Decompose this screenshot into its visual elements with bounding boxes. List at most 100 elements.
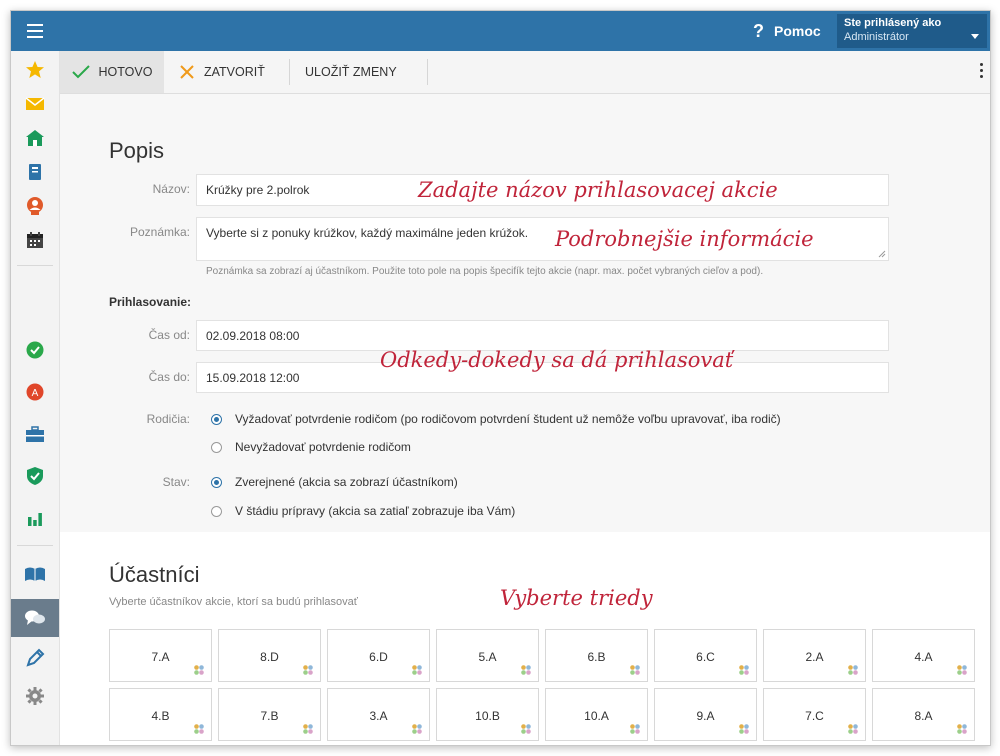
note-hint: Poznámka sa zobrazí aj účastníkom. Použi… [206, 266, 764, 277]
parents-label: Rodičia: [146, 412, 190, 426]
note-label: Poznámka: [129, 225, 190, 239]
sidebar-divider [17, 265, 53, 266]
notebook-icon [29, 164, 41, 180]
group-icon [193, 664, 205, 676]
star-icon [26, 61, 44, 78]
parents-option-label: Vyžadovať potvrdenie rodičom (po rodičov… [235, 412, 781, 426]
sidebar-item-briefcase[interactable] [11, 417, 59, 451]
sidebar-item-favorites[interactable] [11, 53, 59, 87]
user-menu[interactable]: Ste prihlásený ako Administrátor [837, 14, 987, 48]
close-icon [180, 65, 194, 79]
time-to-label: Čas do: [148, 370, 190, 384]
class-tile-label: 3.A [369, 709, 388, 723]
class-tile[interactable]: 4.B [109, 688, 212, 741]
group-icon [411, 723, 423, 735]
done-button[interactable]: HOTOVO [60, 51, 164, 93]
question-icon: ? [753, 20, 764, 41]
sidebar-item-edit[interactable] [11, 641, 59, 675]
resize-handle-icon[interactable] [878, 250, 886, 258]
menu-icon[interactable] [11, 11, 59, 51]
class-tile[interactable]: 7.A [109, 629, 212, 682]
group-icon [193, 723, 205, 735]
note-text: Vyberte si z ponuky krúžkov, každý maxim… [206, 226, 529, 240]
annotation-note: Podrobnejšie informácie [555, 227, 814, 251]
home-icon [26, 130, 44, 146]
class-tile[interactable]: 9.A [654, 688, 757, 741]
registration-heading: Prihlasovanie: [109, 295, 192, 309]
close-button[interactable]: ZATVORIŤ [180, 51, 265, 93]
sidebar-item-chat[interactable] [11, 599, 59, 637]
class-tile[interactable]: 3.A [327, 688, 430, 741]
parents-option-label: Nevyžadovať potvrdenie rodičom [235, 440, 411, 454]
open-book-icon [25, 567, 45, 581]
status-label: Stav: [162, 475, 190, 489]
class-tile[interactable]: 10.A [545, 688, 648, 741]
check-icon [71, 65, 90, 79]
class-tile[interactable]: 7.C [763, 688, 866, 741]
group-icon [520, 723, 532, 735]
group-icon [738, 723, 750, 735]
class-tile[interactable]: 6.D [327, 629, 430, 682]
description-section: Popis Názov: Krúžky pre 2.polrok Poznámk… [60, 94, 990, 532]
briefcase-icon [26, 426, 44, 442]
class-tile[interactable]: 7.B [218, 688, 321, 741]
sidebar-item-grades[interactable]: A [11, 375, 59, 409]
radio-selected-icon[interactable] [211, 413, 222, 425]
done-label: HOTOVO [98, 65, 153, 79]
sidebar-item-attendance[interactable] [11, 333, 59, 367]
help-link[interactable]: ? Pomoc [753, 11, 821, 51]
caret-down-icon [971, 34, 979, 39]
group-icon [629, 664, 641, 676]
main-content: Popis Názov: Krúžky pre 2.polrok Poznámk… [60, 94, 990, 745]
sidebar: A [11, 51, 60, 745]
sidebar-item-notebook[interactable] [11, 155, 59, 189]
class-tile[interactable]: 2.A [763, 629, 866, 682]
group-icon [847, 723, 859, 735]
class-tile-label: 4.B [151, 709, 170, 723]
group-icon [738, 664, 750, 676]
group-icon [411, 664, 423, 676]
class-tile[interactable]: 6.C [654, 629, 757, 682]
status-option-label: V štádiu prípravy (akcia sa zatiaľ zobra… [235, 504, 516, 518]
sidebar-item-library[interactable] [11, 557, 59, 591]
radio-icon[interactable] [211, 505, 222, 517]
class-tile[interactable]: 6.B [545, 629, 648, 682]
app-window: ? Pomoc Ste prihlásený ako Administrátor [10, 10, 991, 746]
sidebar-item-reports[interactable] [11, 501, 59, 535]
parents-option-no-require[interactable]: Nevyžadovať potvrdenie rodičom [211, 440, 411, 454]
status-option-draft[interactable]: V štádiu prípravy (akcia sa zatiaľ zobra… [211, 504, 515, 518]
class-tile-label: 8.D [260, 650, 279, 664]
sidebar-item-settings[interactable] [11, 679, 59, 713]
svg-text:A: A [32, 388, 39, 399]
calendar-icon [27, 232, 43, 248]
mail-icon [25, 97, 45, 110]
class-tile[interactable]: 4.A [872, 629, 975, 682]
chat-icon [25, 610, 45, 625]
status-option-published[interactable]: Zverejnené (akcia sa zobrazí účastníkom) [211, 475, 458, 489]
class-tile-label: 7.B [260, 709, 279, 723]
radio-icon[interactable] [211, 441, 222, 453]
class-tile[interactable]: 8.A [872, 688, 975, 741]
sidebar-item-people[interactable] [11, 189, 59, 223]
section-title-participants: Účastníci [109, 562, 200, 587]
user-status-text: Ste prihlásený ako [844, 17, 942, 29]
group-icon [302, 723, 314, 735]
class-tile[interactable]: 10.B [436, 688, 539, 741]
user-role-text: Administrátor [844, 31, 909, 43]
parents-option-require[interactable]: Vyžadovať potvrdenie rodičom (po rodičov… [211, 412, 781, 426]
sidebar-item-calendar[interactable] [11, 223, 59, 257]
save-button[interactable]: ULOŽIŤ ZMENY [305, 51, 397, 93]
class-tile[interactable]: 8.D [218, 629, 321, 682]
time-from-input[interactable]: 02.09.2018 08:00 [196, 320, 889, 351]
top-bar: ? Pomoc Ste prihlásený ako Administrátor [11, 11, 990, 51]
class-tile[interactable]: 5.A [436, 629, 539, 682]
more-options-icon[interactable] [978, 63, 984, 81]
sidebar-item-messages[interactable] [11, 87, 59, 121]
radio-selected-icon[interactable] [211, 476, 222, 488]
sidebar-item-home[interactable] [11, 121, 59, 155]
group-icon [302, 664, 314, 676]
group-icon [629, 723, 641, 735]
sidebar-item-security[interactable] [11, 459, 59, 493]
participants-subtitle: Vyberte účastníkov akcie, ktorí sa budú … [109, 596, 358, 608]
pencil-icon [26, 648, 45, 667]
